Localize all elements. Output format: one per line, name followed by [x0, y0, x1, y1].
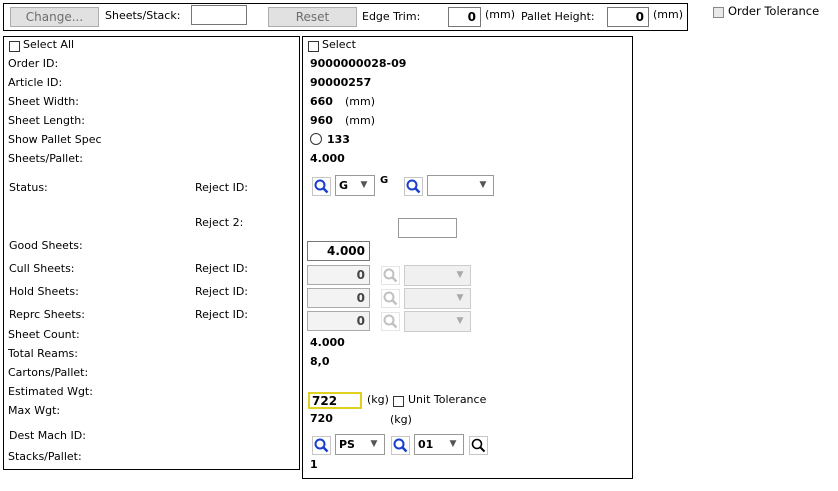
order-id-label: Order ID:	[8, 57, 59, 70]
pallet-height-label: Pallet Height:	[521, 10, 595, 23]
pallet-height-unit: (mm)	[653, 8, 684, 21]
chevron-down-icon: ▼	[456, 293, 464, 303]
reject-id-label: Reject ID:	[195, 181, 249, 194]
status-search-icon[interactable]	[312, 177, 331, 196]
sheets-pallet-value: 4.000	[310, 152, 345, 165]
unit-tolerance-label: Unit Tolerance	[408, 393, 487, 406]
reject-2-input[interactable]	[398, 218, 457, 238]
right-value-panel: Select 9000000028-09 90000257 660 (mm) 9…	[302, 36, 633, 479]
show-pallet-spec-label: Show Pallet Spec	[8, 133, 102, 146]
hold-reject-id-label: Reject ID:	[195, 285, 249, 298]
hold-search-icon[interactable]	[381, 289, 400, 308]
order-id-value: 9000000028-09	[310, 57, 407, 70]
left-label-panel: Select All Order ID: Article ID: Sheet W…	[3, 36, 300, 470]
cull-sheets-label: Cull Sheets:	[9, 262, 75, 275]
sheets-pallet-label: Sheets/Pallet:	[8, 152, 84, 165]
cull-reject-id-label: Reject ID:	[195, 262, 249, 275]
select-label: Select	[322, 38, 356, 51]
chevron-down-icon: ▼	[479, 180, 487, 190]
reject-2-label: Reject 2:	[195, 216, 244, 229]
sheet-width-unit: (mm)	[345, 95, 376, 108]
total-reams-value: 8,0	[310, 355, 330, 368]
select-all-label: Select All	[23, 38, 75, 51]
estimated-wgt-label: Estimated Wgt:	[8, 385, 93, 398]
reset-button[interactable]: Reset	[268, 7, 357, 27]
edge-trim-label: Edge Trim:	[362, 10, 421, 23]
sheet-count-label: Sheet Count:	[8, 328, 80, 341]
dest-mach-select[interactable]: PS ▼	[335, 434, 385, 455]
status-text: G	[380, 175, 389, 186]
stacks-pallet-label: Stacks/Pallet:	[8, 450, 82, 463]
chevron-down-icon: ▼	[360, 180, 368, 190]
article-id-value: 90000257	[310, 76, 372, 89]
cull-search-icon[interactable]	[381, 266, 400, 285]
reprc-reject-id-label: Reject ID:	[195, 308, 249, 321]
cartons-pallet-label: Cartons/Pallet:	[8, 366, 89, 379]
chevron-down-icon: ▼	[370, 439, 378, 449]
article-id-label: Article ID:	[8, 76, 63, 89]
good-sheets-input[interactable]: 4.000	[307, 241, 370, 261]
reprc-reject-select[interactable]: ▼	[404, 311, 471, 332]
change-button[interactable]: Change...	[10, 7, 99, 27]
hold-reject-select[interactable]: ▼	[404, 288, 471, 309]
good-sheets-label: Good Sheets:	[9, 239, 83, 252]
hold-sheets-input[interactable]: 0	[307, 288, 370, 308]
status-select[interactable]: G ▼	[335, 175, 375, 196]
chevron-down-icon: ▼	[456, 270, 464, 280]
edge-trim-input[interactable]: 0	[448, 7, 481, 27]
reject-id-select[interactable]: ▼	[427, 175, 494, 196]
dest-mach-id-label: Dest Mach ID:	[9, 429, 86, 442]
select-checkbox[interactable]	[308, 41, 319, 52]
cull-reject-select[interactable]: ▼	[404, 265, 471, 286]
pallet-height-input[interactable]: 0	[607, 7, 649, 27]
max-wgt-value: 720	[310, 412, 333, 425]
dest-mach-2-search-icon[interactable]	[391, 436, 410, 455]
total-reams-label: Total Reams:	[8, 347, 78, 360]
status-label: Status:	[9, 181, 48, 194]
select-all-checkbox[interactable]	[9, 41, 20, 52]
dest-mach-lookup-search-icon[interactable]	[469, 436, 488, 455]
cull-sheets-input[interactable]: 0	[307, 265, 370, 285]
reprc-search-icon[interactable]	[381, 312, 400, 331]
sheets-stack-label: Sheets/Stack:	[105, 9, 181, 22]
max-wgt-label: Max Wgt:	[8, 404, 61, 417]
order-tolerance-checkbox[interactable]	[713, 7, 724, 18]
reprc-sheets-label: Reprc Sheets:	[9, 308, 85, 321]
reject-id-search-icon[interactable]	[404, 177, 423, 196]
sheet-length-value: 960	[310, 114, 333, 127]
pallet-spec-radio[interactable]	[310, 133, 322, 145]
chevron-down-icon: ▼	[456, 316, 464, 326]
sheet-width-label: Sheet Width:	[8, 95, 79, 108]
toolbar: Change... Sheets/Stack: Reset Edge Trim:…	[3, 3, 688, 31]
reprc-sheets-input[interactable]: 0	[307, 311, 370, 331]
pallet-spec-value: 133	[327, 133, 350, 146]
estimated-wgt-input[interactable]: 722	[308, 392, 362, 409]
estimated-wgt-unit: (kg)	[367, 393, 389, 406]
unit-tolerance-checkbox[interactable]	[393, 396, 404, 407]
sheet-count-value: 4.000	[310, 336, 345, 349]
dest-mach-2-select-value: 01	[418, 438, 434, 451]
hold-sheets-label: Hold Sheets:	[9, 285, 79, 298]
sheet-length-label: Sheet Length:	[8, 114, 85, 127]
sheet-width-value: 660	[310, 95, 333, 108]
max-wgt-unit: (kg)	[390, 413, 412, 426]
dest-mach-select-value: PS	[339, 438, 355, 451]
sheets-stack-input[interactable]	[191, 5, 247, 25]
sheet-length-unit: (mm)	[345, 114, 376, 127]
status-select-value: G	[339, 179, 349, 192]
dest-mach-2-select[interactable]: 01 ▼	[414, 434, 464, 455]
order-tolerance-label: Order Tolerance	[728, 4, 820, 18]
dest-mach-search-icon[interactable]	[312, 436, 331, 455]
chevron-down-icon: ▼	[449, 439, 457, 449]
edge-trim-unit: (mm)	[485, 8, 516, 21]
stacks-pallet-value: 1	[310, 458, 318, 471]
